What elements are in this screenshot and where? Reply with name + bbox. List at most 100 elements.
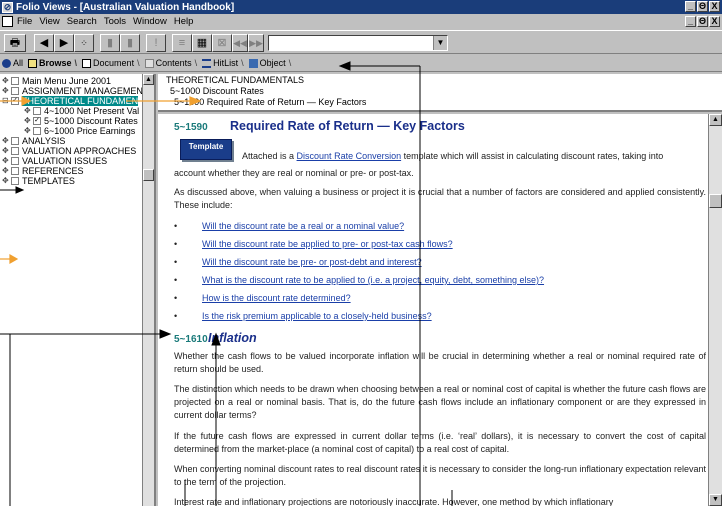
- tree-checkbox[interactable]: [33, 107, 41, 115]
- tree-item-label: REFERENCES: [22, 166, 84, 176]
- expand-icon[interactable]: ✥: [24, 116, 33, 126]
- breadcrumb-level-2[interactable]: 5~1000 Discount Rates: [166, 86, 722, 97]
- factor-link-applied-to[interactable]: What is the discount rate to be applied …: [202, 274, 544, 287]
- document-scrollbar[interactable]: ▲ ▼: [708, 114, 722, 506]
- tree-item-valuation-approaches[interactable]: ✥ VALUATION APPROACHES: [2, 146, 136, 156]
- tree-item-theoretical-fundamentals[interactable]: ⊟ ✓ THEORETICAL FUNDAMEN: [2, 96, 139, 106]
- expand-icon[interactable]: ✥: [2, 76, 11, 86]
- tree-checkbox[interactable]: [11, 157, 19, 165]
- prev-hit-icon[interactable]: ▮: [100, 34, 120, 52]
- factor-link-debt-interest[interactable]: Will the discount rate be pre- or post-d…: [202, 256, 422, 269]
- forward-icon[interactable]: ▶: [54, 34, 74, 52]
- tab-object[interactable]: Object \: [248, 58, 292, 68]
- folio-app-icon[interactable]: ⊘: [2, 1, 13, 13]
- tree-item-valuation-issues[interactable]: ✥ VALUATION ISSUES: [2, 156, 107, 166]
- menu-window[interactable]: Window: [133, 16, 167, 27]
- tree-item-price-earnings[interactable]: ✥ 6~1000 Price Earnings: [24, 126, 135, 136]
- bullet-dot: •: [174, 275, 178, 285]
- tree-checkbox[interactable]: ✓: [33, 117, 41, 125]
- back-icon[interactable]: ◀: [34, 34, 54, 52]
- scroll-thumb[interactable]: [709, 194, 722, 208]
- expand-icon[interactable]: ✥: [24, 106, 33, 116]
- tree-item-net-present-value[interactable]: ✥ 4~1000 Net Present Val: [24, 106, 139, 116]
- tab-document-label: Document: [93, 58, 135, 68]
- discount-rate-conversion-link[interactable]: Discount Rate Conversion: [297, 151, 402, 161]
- close-button[interactable]: X: [709, 1, 720, 12]
- tab-separator: \: [241, 58, 244, 68]
- tree-item-label: VALUATION APPROACHES: [22, 146, 137, 156]
- tree-item-analysis[interactable]: ✥ ANALYSIS: [2, 136, 65, 146]
- doc-minimize-button[interactable]: _: [685, 16, 696, 27]
- restore-button[interactable]: Θ: [697, 1, 708, 12]
- tree-checkbox[interactable]: [11, 147, 19, 155]
- template-badge[interactable]: Template: [180, 139, 232, 160]
- expand-icon[interactable]: ✥: [24, 126, 33, 136]
- tree-checkbox[interactable]: [11, 87, 19, 95]
- print-icon[interactable]: 🖶: [4, 34, 26, 52]
- query-icon[interactable]: ▦: [192, 34, 212, 52]
- scroll-up-icon[interactable]: ▲: [143, 74, 154, 85]
- tab-separator: \: [288, 58, 292, 68]
- menu-help[interactable]: Help: [174, 16, 194, 27]
- tab-hitlist[interactable]: HitList \: [202, 58, 244, 68]
- scroll-thumb[interactable]: [143, 169, 154, 181]
- tab-all[interactable]: All: [2, 58, 23, 68]
- edit-icon[interactable]: ≡: [172, 34, 192, 52]
- tree-checkbox[interactable]: [11, 137, 19, 145]
- last-hit-icon[interactable]: ▶▶: [248, 34, 264, 52]
- tab-document[interactable]: Document \: [82, 58, 140, 68]
- menu-file[interactable]: File: [17, 16, 32, 27]
- tree-checkbox[interactable]: [11, 167, 19, 175]
- expand-icon[interactable]: ✥: [2, 166, 11, 176]
- menu-view[interactable]: View: [39, 16, 59, 27]
- tree-item-references[interactable]: ✥ REFERENCES: [2, 166, 84, 176]
- search-input[interactable]: ▼: [268, 35, 448, 51]
- tree-checkbox[interactable]: [11, 177, 19, 185]
- menu-tools[interactable]: Tools: [104, 16, 126, 27]
- expand-icon[interactable]: ✥: [2, 136, 11, 146]
- doc-restore-button[interactable]: Θ: [697, 16, 708, 27]
- expand-icon[interactable]: ✥: [2, 176, 11, 186]
- collapse-icon[interactable]: ⊟: [2, 96, 11, 106]
- expand-icon[interactable]: ✥: [2, 146, 11, 156]
- tree-item-label: VALUATION ISSUES: [22, 156, 108, 166]
- tab-contents[interactable]: Contents \: [144, 58, 197, 68]
- first-hit-icon[interactable]: ◀◀: [232, 34, 248, 52]
- stop-icon[interactable]: !: [146, 34, 166, 52]
- scroll-down-icon[interactable]: ▼: [709, 494, 722, 506]
- document-window-icon[interactable]: [2, 15, 13, 27]
- tree-item-assignment-management[interactable]: ✥ ASSIGNMENT MANAGEMEN: [2, 86, 143, 96]
- breadcrumb-level-1[interactable]: THEORETICAL FUNDAMENTALS: [166, 75, 722, 86]
- tree-checkbox[interactable]: ✓: [11, 97, 19, 105]
- factor-link-risk-premium[interactable]: Is the risk premium applicable to a clos…: [202, 310, 432, 323]
- tab-browse[interactable]: Browse \: [28, 58, 77, 68]
- breadcrumb-level-3[interactable]: 5~1590 Required Rate of Return — Key Fac…: [166, 97, 722, 108]
- doc-close-button[interactable]: X: [709, 16, 720, 27]
- tree-item-main-menu[interactable]: ✥ Main Menu June 2001: [2, 76, 111, 86]
- tree-item-label: TEMPLATES: [22, 176, 75, 186]
- menu-search[interactable]: Search: [67, 16, 97, 27]
- paragraph-template-intro-line2: account whether they are real or nominal…: [174, 168, 414, 178]
- linked-icon[interactable]: ⁘: [74, 34, 94, 52]
- expand-icon[interactable]: ✥: [2, 156, 11, 166]
- document-icon: [82, 58, 92, 68]
- bullet-dot: •: [174, 311, 178, 321]
- tree-item-discount-rates[interactable]: ✥ ✓ 5~1000 Discount Rates: [24, 116, 138, 126]
- tree-item-label: 4~1000 Net Present Val: [44, 106, 140, 116]
- factor-link-determined[interactable]: How is the discount rate determined?: [202, 292, 351, 305]
- query2-icon[interactable]: ⊠: [212, 34, 232, 52]
- chevron-down-icon[interactable]: ▼: [433, 36, 447, 50]
- paragraph-inflation-2: The distinction which needs to be drawn …: [174, 384, 706, 420]
- expand-icon[interactable]: ✥: [2, 86, 11, 96]
- minimize-button[interactable]: _: [685, 1, 696, 12]
- window-controls: _ Θ X: [685, 1, 720, 12]
- scroll-up-icon[interactable]: ▲: [709, 114, 722, 126]
- factor-link-real-nominal[interactable]: Will the discount rate be a real or a no…: [202, 220, 404, 233]
- breadcrumb: THEORETICAL FUNDAMENTALS 5~1000 Discount…: [158, 74, 722, 112]
- tree-checkbox[interactable]: [11, 77, 19, 85]
- tree-checkbox[interactable]: [33, 127, 41, 135]
- tree-item-templates[interactable]: ✥ TEMPLATES: [2, 176, 75, 186]
- tree-scrollbar[interactable]: ▲: [142, 74, 154, 506]
- factor-link-pre-post-tax[interactable]: Will the discount rate be applied to pre…: [202, 238, 453, 251]
- next-hit-icon[interactable]: ▮: [120, 34, 140, 52]
